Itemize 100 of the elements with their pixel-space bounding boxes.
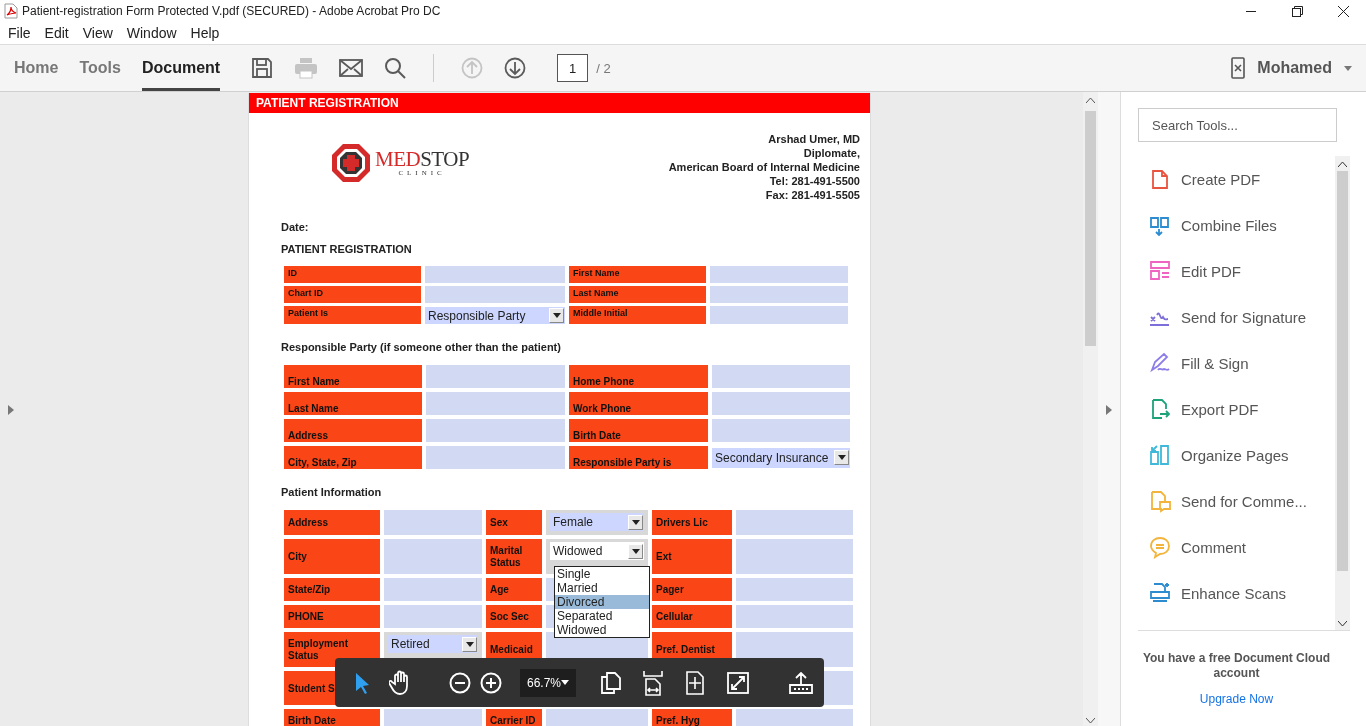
zoom-in-button[interactable] — [480, 671, 502, 694]
scroll-up-icon[interactable] — [1086, 98, 1095, 103]
dropdown-option[interactable]: Separated — [555, 609, 649, 623]
menu-item[interactable]: Edit — [44, 25, 69, 41]
dropdown-option[interactable]: Single — [555, 567, 649, 581]
account-name[interactable]: Mohamed — [1257, 59, 1332, 77]
tab[interactable]: Tools — [79, 45, 121, 91]
input-field[interactable] — [384, 510, 482, 535]
arrow-down-icon[interactable] — [504, 57, 527, 79]
field-label: Ext — [652, 539, 732, 574]
dropdown[interactable]: Female — [550, 513, 644, 531]
caret-icon — [465, 641, 474, 647]
caret-icon[interactable] — [1344, 65, 1352, 71]
expand-arrow-icon[interactable] — [8, 404, 14, 415]
dropdown-option[interactable]: Divorced — [555, 595, 649, 609]
mail-icon[interactable] — [339, 59, 364, 77]
input-field[interactable] — [426, 446, 565, 469]
field-label: Sex — [486, 510, 542, 535]
input-field[interactable] — [712, 365, 850, 388]
input-field[interactable] — [712, 419, 850, 442]
field-label: PHONE — [284, 605, 380, 628]
tool-item[interactable]: Edit PDF — [1138, 248, 1335, 294]
menu-item[interactable]: Window — [126, 25, 177, 41]
scroll-down-icon[interactable] — [1086, 718, 1095, 723]
input-field[interactable] — [712, 392, 850, 415]
input-field[interactable] — [425, 266, 565, 283]
tool-item[interactable]: Send for Comme... — [1138, 478, 1335, 524]
tool-item[interactable]: Fill & Sign — [1138, 340, 1335, 386]
tool-item[interactable]: Comment — [1138, 524, 1335, 570]
input-field[interactable] — [546, 709, 648, 726]
full-screen-button[interactable] — [727, 671, 750, 694]
tool-item[interactable]: Organize Pages — [1138, 432, 1335, 478]
upgrade-link[interactable]: Upgrade Now — [1199, 692, 1274, 706]
menu-item[interactable]: Help — [190, 25, 220, 41]
menu-item[interactable]: File — [8, 25, 31, 41]
scroll-thumb[interactable] — [1337, 171, 1348, 571]
fit-page-button[interactable] — [685, 670, 706, 695]
expand-arrow-icon[interactable] — [1106, 404, 1112, 415]
tool-item[interactable]: Enhance Scans — [1138, 570, 1335, 616]
input-field[interactable] — [710, 306, 848, 324]
field-label: ID — [284, 266, 421, 283]
input-field[interactable] — [736, 605, 853, 628]
mobile-icon[interactable] — [1231, 57, 1246, 79]
pages-button[interactable] — [601, 671, 622, 694]
input-field[interactable] — [384, 578, 482, 601]
input-field[interactable] — [384, 539, 482, 574]
caret-icon — [837, 455, 846, 460]
scroll-thumb[interactable] — [1085, 111, 1096, 346]
dropdown[interactable]: Widowed — [550, 542, 644, 560]
field-label: Birth Date — [284, 709, 380, 726]
page-banner: PATIENT REGISTRATION — [249, 93, 870, 113]
zoom-out-button[interactable] — [449, 671, 471, 694]
share-button[interactable] — [789, 671, 814, 694]
zoom-out-icon — [449, 671, 471, 694]
input-field[interactable] — [426, 365, 565, 388]
contact-line: Arshad Umer, MD — [767, 132, 860, 146]
input-field[interactable] — [736, 539, 853, 574]
select-tool-button[interactable] — [355, 671, 371, 694]
fit-width-button[interactable] — [643, 669, 664, 696]
field-label: Work Phone — [569, 392, 708, 415]
dropdown[interactable]: Secondary Insurance — [712, 447, 850, 468]
field-label: First Name — [569, 266, 706, 283]
contact-line: Diplomate, — [802, 146, 860, 160]
tab[interactable]: Home — [14, 45, 59, 91]
search-field[interactable]: Search Tools... — [1138, 108, 1337, 142]
input-field[interactable] — [710, 286, 848, 303]
tool-item[interactable]: Export PDF — [1138, 386, 1335, 432]
scroll-down-icon[interactable] — [1338, 621, 1347, 626]
dropdown-option[interactable]: Widowed — [555, 623, 649, 637]
dropdown[interactable]: Retired — [388, 635, 478, 653]
input-field[interactable] — [426, 392, 565, 415]
input-field[interactable] — [736, 510, 853, 535]
scroll-up-icon[interactable] — [1338, 162, 1347, 167]
scrollbar[interactable] — [1335, 156, 1350, 630]
field-label: Drivers Lic — [652, 510, 732, 535]
input-field[interactable] — [736, 709, 853, 726]
search-icon[interactable] — [384, 57, 407, 79]
input-field[interactable] — [384, 605, 482, 628]
promo-text: You have a free Document Cloud account — [1141, 651, 1332, 681]
tool-item[interactable]: Send for Signature — [1138, 294, 1335, 340]
scrollbar[interactable] — [1083, 92, 1098, 726]
menu-item[interactable]: View — [82, 25, 113, 41]
save-icon[interactable] — [251, 57, 274, 79]
input-field[interactable] — [384, 709, 482, 726]
tool-item[interactable]: Create PDF — [1138, 156, 1335, 202]
dropdown-option[interactable]: Married — [555, 581, 649, 595]
input-field[interactable] — [710, 266, 848, 283]
zoom-dropdown[interactable]: 66.7% — [520, 668, 577, 697]
section-heading: Patient Information — [281, 485, 383, 499]
input-field[interactable] — [425, 286, 565, 303]
input-field[interactable] — [736, 578, 853, 601]
field-label: Birth Date — [569, 419, 708, 442]
page-number-field[interactable]: 1 — [557, 54, 589, 82]
field-label: Chart ID — [284, 286, 421, 303]
dropdown[interactable]: Responsible Party — [425, 307, 565, 324]
comment-icon — [1148, 535, 1172, 559]
pointer-icon — [355, 671, 371, 694]
input-field[interactable] — [426, 419, 565, 442]
tool-item[interactable]: Combine Files — [1138, 202, 1335, 248]
fill-icon — [1148, 351, 1172, 375]
